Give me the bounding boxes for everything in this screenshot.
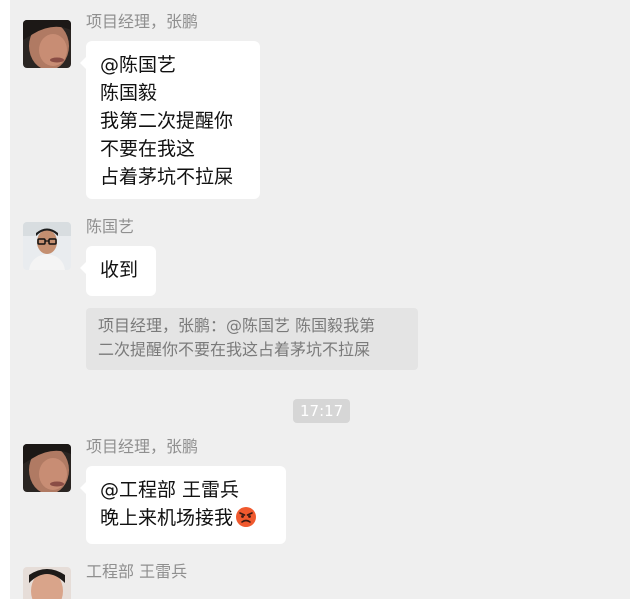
avatar-chen-icon[interactable]: [23, 222, 71, 270]
quote-line: 二次提醒你不要在我这占着茅坑不拉屎: [98, 340, 371, 359]
message-line: @工程部 王雷兵: [100, 479, 240, 501]
sender-name: 项目经理，张鹏: [86, 12, 199, 31]
message-bubble[interactable]: @工程部 王雷兵 晚上来机场接我: [80, 466, 286, 544]
message-line: @陈国艺: [100, 54, 177, 76]
message-line: 晚上来机场接我: [100, 504, 272, 532]
message-line: 我第二次提醒你: [100, 110, 234, 132]
message-line: 不要在我这: [100, 138, 196, 160]
message-line: 陈国毅: [100, 82, 158, 104]
message-line: 占着茅坑不拉屎: [100, 166, 234, 188]
message-bubble[interactable]: 收到: [80, 246, 156, 296]
sender-name: 项目经理，张鹏: [86, 437, 199, 456]
message-text: 晚上来机场接我: [100, 507, 234, 529]
message-bubble[interactable]: @陈国艺 陈国毅 我第二次提醒你 不要在我这 占着茅坑不拉屎: [80, 41, 260, 199]
message-line: 收到: [100, 259, 139, 281]
sender-name: 陈国艺: [86, 217, 135, 236]
avatar-pm-icon[interactable]: [23, 20, 71, 68]
quoted-message[interactable]: 项目经理，张鹏：@陈国艺 陈国毅我第 二次提醒你不要在我这占着茅坑不拉屎: [86, 308, 418, 370]
chat-window[interactable]: 项目经理，张鹏 @陈国艺 陈国毅 我第二次提醒你 不要在我这 占着茅坑不拉屎 陈…: [10, 0, 630, 599]
angry-face-emoji: [235, 506, 257, 528]
avatar-pm-icon[interactable]: [23, 444, 71, 492]
quote-line: 项目经理，张鹏：@陈国艺 陈国毅我第: [98, 316, 376, 335]
timestamp-badge: 17:17: [293, 399, 351, 423]
avatar-wang-icon[interactable]: [23, 567, 71, 599]
sender-name: 工程部 王雷兵: [86, 562, 188, 581]
